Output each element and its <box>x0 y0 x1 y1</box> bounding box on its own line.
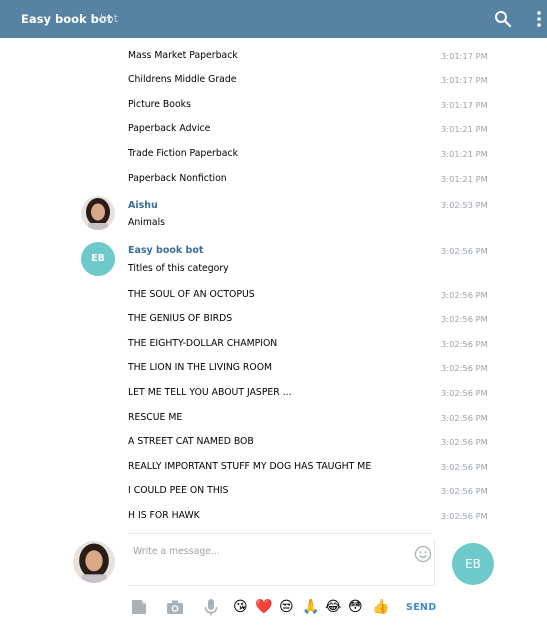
message-time: 3:01:21 PM <box>441 174 488 184</box>
list-item: Trade Fiction Paperback <box>128 148 238 159</box>
emoji-heart[interactable]: ❤️ <box>255 598 272 616</box>
scrollbar[interactable] <box>538 38 547 538</box>
message-time: 3:02:56 PM <box>441 462 488 472</box>
search-icon[interactable] <box>492 8 514 30</box>
microphone-icon[interactable] <box>201 597 221 617</box>
chat-subtitle: bot <box>100 12 119 25</box>
document-icon[interactable] <box>129 597 149 617</box>
emoji-icon[interactable] <box>414 545 432 563</box>
message-text: Animals <box>128 217 166 228</box>
chat-title[interactable]: Easy book bot <box>21 12 112 26</box>
message-time: 3:02:53 PM <box>441 200 488 210</box>
bot-avatar[interactable]: EB <box>81 242 115 276</box>
message-time: 3:02:56 PM <box>441 363 488 373</box>
list-item: A STREET CAT NAMED BOB <box>128 436 254 447</box>
user-avatar[interactable] <box>81 196 115 230</box>
list-item: THE EIGHTY-DOLLAR CHAMPION <box>128 338 278 349</box>
list-item: Mass Market Paperback <box>128 50 238 61</box>
message-text: Titles of this category <box>128 263 229 274</box>
emoji-unamused[interactable]: 😒 <box>279 598 294 616</box>
message-time: 3:02:56 PM <box>441 437 488 447</box>
more-icon[interactable] <box>531 8 547 30</box>
emoji-joy[interactable]: 😂 <box>325 598 341 616</box>
message-input[interactable]: Write a message... <box>128 540 435 586</box>
message-placeholder: Write a message... <box>133 546 220 557</box>
message-time: 3:01:17 PM <box>441 75 488 85</box>
message-time: 3:01:21 PM <box>441 149 488 159</box>
message-time: 3:02:56 PM <box>441 290 488 300</box>
list-item: Paperback Advice <box>128 123 211 134</box>
send-button[interactable]: SEND <box>406 602 437 613</box>
composer-divider <box>128 533 432 534</box>
emoji-flushed[interactable]: 😳 <box>348 598 363 616</box>
sender-name[interactable]: Aishu <box>128 200 158 211</box>
list-item: THE SOUL OF AN OCTOPUS <box>128 289 255 300</box>
message-time: 3:01:17 PM <box>441 100 488 110</box>
list-item: RESCUE ME <box>128 412 183 423</box>
message-time: 3:02:56 PM <box>441 314 488 324</box>
camera-icon[interactable] <box>165 597 185 617</box>
peer-avatar[interactable]: EB <box>452 543 494 585</box>
list-item: THE LION IN THE LIVING ROOM <box>128 362 273 373</box>
chat-header: Easy book bot bot <box>0 0 547 38</box>
message-time: 3:02:56 PM <box>441 339 488 349</box>
message-time: 3:02:56 PM <box>441 246 488 256</box>
message-time: 3:02:56 PM <box>441 388 488 398</box>
list-item: Paperback Nonfiction <box>128 173 227 184</box>
message-time: 3:02:56 PM <box>441 486 488 496</box>
sender-name[interactable]: Easy book bot <box>128 245 203 256</box>
list-item: H IS FOR HAWK <box>128 510 200 521</box>
message-time: 3:01:17 PM <box>441 51 488 61</box>
list-item: THE GENIUS OF BIRDS <box>128 313 233 324</box>
list-item: LET ME TELL YOU ABOUT JASPER ... <box>128 387 292 398</box>
emoji-pray[interactable]: 🙏 <box>302 598 319 616</box>
list-item: REALLY IMPORTANT STUFF MY DOG HAS TAUGHT… <box>128 461 372 472</box>
my-avatar[interactable] <box>73 541 115 583</box>
emoji-kiss[interactable]: 😘 <box>233 598 248 616</box>
message-time: 3:02:56 PM <box>441 511 488 521</box>
emoji-thumbs-up[interactable]: 👍 <box>372 598 389 616</box>
list-item: Childrens Middle Grade <box>128 74 237 85</box>
message-time: 3:02:56 PM <box>441 413 488 423</box>
message-time: 3:01:21 PM <box>441 124 488 134</box>
list-item: I COULD PEE ON THIS <box>128 485 229 496</box>
list-item: Picture Books <box>128 99 191 110</box>
